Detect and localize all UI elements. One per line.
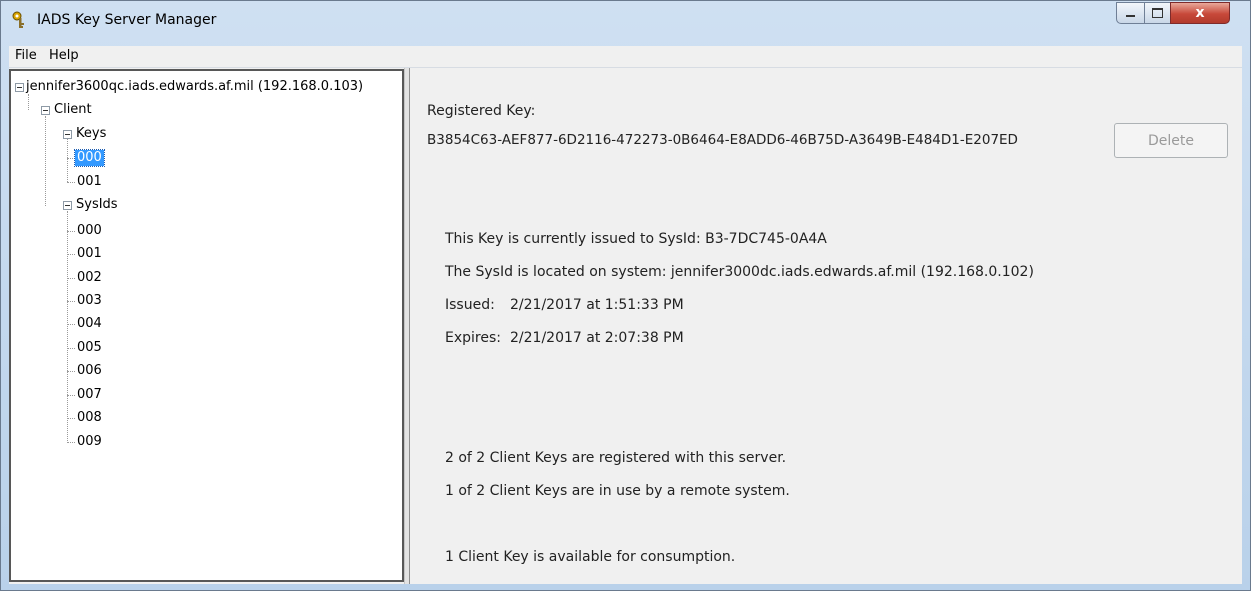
tree-sysid-006[interactable]: 006 <box>77 363 102 379</box>
menu-help[interactable]: Help <box>49 48 79 63</box>
close-button[interactable]: x <box>1170 2 1230 24</box>
pane-splitter[interactable] <box>404 68 410 584</box>
expires-value: 2/21/2017 at 2:07:38 PM <box>510 330 684 346</box>
located-on-text: The SysId is located on system: jennifer… <box>445 264 1034 280</box>
registered-key-label: Registered Key: <box>427 103 536 119</box>
root-expander-icon[interactable] <box>15 83 24 92</box>
tree-root[interactable]: jennifer3600qc.iads.edwards.af.mil (192.… <box>26 79 363 95</box>
close-icon: x <box>1195 5 1205 21</box>
minimize-icon <box>1126 15 1135 17</box>
tree-key-001[interactable]: 001 <box>77 174 102 190</box>
expires-label: Expires: <box>445 330 501 346</box>
title-bar[interactable]: IADS Key Server Manager x <box>1 1 1250 44</box>
maximize-button[interactable] <box>1144 2 1171 24</box>
issued-label: Issued: <box>445 297 495 313</box>
tree-keys[interactable]: Keys <box>76 126 106 142</box>
app-window: IADS Key Server Manager x File Help jenn… <box>0 0 1251 591</box>
tree-sysid-004[interactable]: 004 <box>77 316 102 332</box>
tree-client[interactable]: Client <box>54 102 92 118</box>
issued-to-text: This Key is currently issued to SysId: B… <box>445 231 827 247</box>
window-title: IADS Key Server Manager <box>37 12 217 28</box>
tree-sysid-002[interactable]: 002 <box>77 270 102 286</box>
key-detail-panel: Registered Key: B3854C63-AEF877-6D2116-4… <box>411 68 1242 584</box>
menu-file[interactable]: File <box>15 48 37 63</box>
tree-sysid-008[interactable]: 008 <box>77 410 102 426</box>
available-summary: 1 Client Key is available for consumptio… <box>445 549 736 565</box>
client-expander-icon[interactable] <box>41 106 50 115</box>
tree-key-000[interactable]: 000 <box>74 149 105 167</box>
keys-expander-icon[interactable] <box>63 130 72 139</box>
main-area: jennifer3600qc.iads.edwards.af.mil (192.… <box>9 68 1242 584</box>
tree-sysid-009[interactable]: 009 <box>77 434 102 450</box>
tree-sysid-003[interactable]: 003 <box>77 293 102 309</box>
registered-summary: 2 of 2 Client Keys are registered with t… <box>445 450 787 466</box>
tree-sysid-005[interactable]: 005 <box>77 340 102 356</box>
issued-value: 2/21/2017 at 1:51:33 PM <box>510 297 684 313</box>
tree-sysids[interactable]: SysIds <box>76 197 118 213</box>
menu-bar: File Help <box>9 46 1242 68</box>
key-tree[interactable]: jennifer3600qc.iads.edwards.af.mil (192.… <box>9 69 404 582</box>
delete-button[interactable]: Delete <box>1114 123 1228 158</box>
tree-sysid-000[interactable]: 000 <box>77 223 102 239</box>
minimize-button[interactable] <box>1116 2 1145 24</box>
tree-sysid-007[interactable]: 007 <box>77 387 102 403</box>
tree-sysid-001[interactable]: 001 <box>77 246 102 262</box>
sysids-expander-icon[interactable] <box>63 201 72 210</box>
in-use-summary: 1 of 2 Client Keys are in use by a remot… <box>445 483 790 499</box>
key-icon <box>12 11 24 28</box>
registered-key-value: B3854C63-AEF877-6D2116-472273-0B6464-E8A… <box>427 132 1018 148</box>
maximize-icon <box>1152 8 1163 18</box>
